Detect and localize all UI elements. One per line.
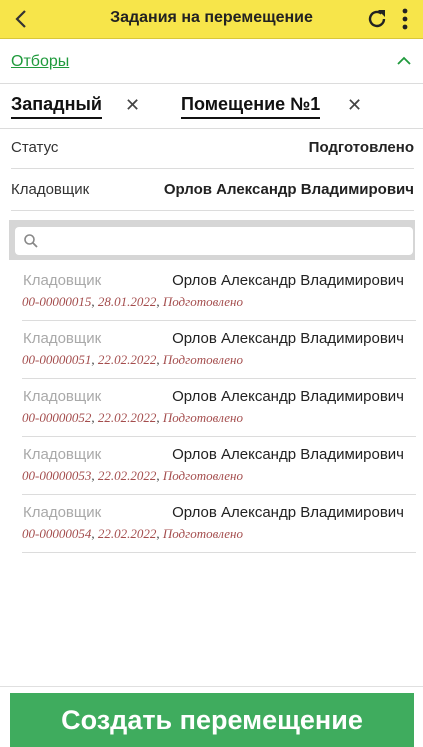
item-meta: 00-00000052, 22.02.2022, Подготовлено — [22, 410, 243, 426]
filters-toggle[interactable]: Отборы — [0, 39, 423, 84]
item-date: 22.02.2022 — [97, 410, 157, 425]
item-number: 00-00000051 — [22, 352, 92, 367]
search-bar — [9, 220, 415, 260]
item-label: Кладовщик — [23, 504, 102, 521]
footer: Создать перемещение — [0, 686, 423, 747]
item-status: Подготовлено — [162, 352, 243, 367]
item-meta: 00-00000051, 22.02.2022, Подготовлено — [22, 352, 243, 368]
refresh-button[interactable] — [364, 6, 390, 32]
item-status: Подготовлено — [162, 410, 243, 425]
item-number: 00-00000054 — [22, 526, 92, 541]
create-transfer-button[interactable]: Создать перемещение — [10, 693, 414, 747]
item-number: 00-00000053 — [22, 468, 92, 483]
item-value: Орлов Александр Владимирович — [172, 504, 404, 521]
item-status: Подготовлено — [162, 294, 243, 309]
status-value: Подготовлено — [308, 139, 414, 156]
item-meta: 00-00000015, 28.01.2022, Подготовлено — [22, 294, 243, 310]
search-icon — [24, 234, 38, 248]
keeper-row[interactable]: Кладовщик Орлов Александр Владимирович — [11, 170, 414, 211]
item-date: 22.02.2022 — [97, 526, 157, 541]
item-number: 00-00000015 — [22, 294, 92, 309]
item-value: Орлов Александр Владимирович — [172, 446, 404, 463]
filter-chip-warehouse[interactable]: Западный — [11, 94, 102, 119]
item-status: Подготовлено — [162, 526, 243, 541]
list-item[interactable]: Кладовщик Орлов Александр Владимирович 00-… — [22, 379, 416, 437]
item-value: Орлов Александр Владимирович — [172, 388, 404, 405]
remove-chip-warehouse-icon[interactable]: ✕ — [125, 95, 140, 116]
tasks-list: Кладовщик Орлов Александр Владимирович 00-… — [22, 263, 416, 553]
chevron-up-icon[interactable] — [395, 53, 413, 69]
remove-chip-room-icon[interactable]: ✕ — [347, 95, 362, 116]
status-row[interactable]: Статус Подготовлено — [11, 128, 414, 169]
item-meta: 00-00000054, 22.02.2022, Подготовлено — [22, 526, 243, 542]
item-label: Кладовщик — [23, 446, 102, 463]
filter-chips: Западный ✕ Помещение №1 ✕ — [0, 84, 423, 129]
item-status: Подготовлено — [162, 468, 243, 483]
keeper-label: Кладовщик — [11, 181, 90, 198]
list-item[interactable]: Кладовщик Орлов Александр Владимирович 00-… — [22, 321, 416, 379]
filters-label[interactable]: Отборы — [11, 53, 69, 71]
item-label: Кладовщик — [23, 388, 102, 405]
app-header: Задания на перемещение — [0, 0, 423, 39]
list-item[interactable]: Кладовщик Орлов Александр Владимирович 00-… — [22, 437, 416, 495]
refresh-icon — [368, 10, 386, 28]
filter-chip-room[interactable]: Помещение №1 — [181, 94, 321, 119]
item-value: Орлов Александр Владимирович — [172, 330, 404, 347]
more-menu-button[interactable] — [398, 6, 412, 32]
item-date: 22.02.2022 — [97, 352, 157, 367]
search-input[interactable] — [15, 227, 413, 255]
item-label: Кладовщик — [23, 272, 102, 289]
item-date: 28.01.2022 — [97, 294, 157, 309]
more-vert-icon — [402, 8, 408, 30]
page-title: Задания на перемещение — [110, 9, 313, 26]
item-value: Орлов Александр Владимирович — [172, 272, 404, 289]
item-meta: 00-00000053, 22.02.2022, Подготовлено — [22, 468, 243, 484]
item-number: 00-00000052 — [22, 410, 92, 425]
list-item[interactable]: Кладовщик Орлов Александр Владимирович 00-… — [22, 495, 416, 553]
item-label: Кладовщик — [23, 330, 102, 347]
status-label: Статус — [11, 139, 59, 156]
keeper-value: Орлов Александр Владимирович — [163, 181, 414, 198]
item-date: 22.02.2022 — [97, 468, 157, 483]
list-item[interactable]: Кладовщик Орлов Александр Владимирович 00-… — [22, 263, 416, 321]
